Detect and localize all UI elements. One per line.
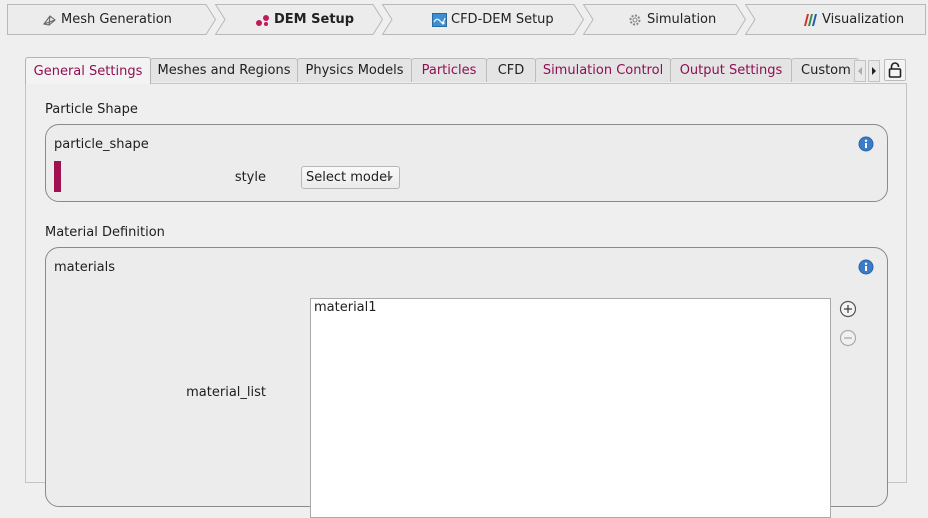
tab-particles[interactable]: Particles <box>411 58 487 82</box>
tab-general-settings[interactable]: General Settings <box>25 57 151 84</box>
remove-material-button[interactable] <box>839 329 857 347</box>
tab-output-settings[interactable]: Output Settings <box>670 58 792 82</box>
tab-meshes-and-regions[interactable]: Meshes and Regions <box>150 58 298 82</box>
info-icon[interactable] <box>858 136 874 152</box>
tab-custom[interactable]: Custom <box>791 58 859 82</box>
particle-shape-section-title: Particle Shape <box>45 102 138 117</box>
style-label: style <box>234 170 266 185</box>
lock-button[interactable] <box>884 59 906 81</box>
style-select[interactable]: Select model <box>301 166 400 189</box>
tab-scroll-left-button[interactable] <box>854 60 866 82</box>
particle-shape-accent-bar <box>54 161 61 192</box>
chevron-down-icon <box>387 176 393 180</box>
info-icon[interactable] <box>858 259 874 275</box>
workflow-step-dem-setup[interactable]: DEM Setup <box>215 4 383 35</box>
add-material-button[interactable] <box>839 300 857 318</box>
workflow-step-label: Mesh Generation <box>61 12 172 27</box>
general-settings-panel: Particle Shape particle_shape style Sele… <box>25 83 907 518</box>
chevron-right-icon <box>872 67 876 75</box>
unlock-icon <box>888 62 902 78</box>
tab-cfd[interactable]: CFD <box>486 58 536 82</box>
dem-particles-icon <box>256 14 269 26</box>
particle-shape-group-title: particle_shape <box>54 137 149 152</box>
workflow-step-label: CFD-DEM Setup <box>451 12 554 27</box>
workflow-bar: Mesh Generation DEM Setup CFD-DEM Setup … <box>7 4 926 35</box>
mesh-icon <box>43 14 56 26</box>
tab-simulation-control[interactable]: Simulation Control <box>535 58 671 82</box>
material-list-item[interactable]: material1 <box>314 300 377 315</box>
workflow-step-visualization[interactable]: Visualization <box>745 4 926 35</box>
tab-physics-models[interactable]: Physics Models <box>297 58 412 82</box>
workflow-step-label: DEM Setup <box>274 12 355 27</box>
cfd-dem-icon <box>432 12 447 27</box>
material-list[interactable]: material1 <box>310 298 831 518</box>
style-select-value: Select model <box>306 170 391 185</box>
workflow-step-cfd-dem-setup[interactable]: CFD-DEM Setup <box>382 4 584 35</box>
materials-group-title: materials <box>54 260 116 275</box>
visualization-bars-icon <box>804 13 817 26</box>
gear-icon <box>629 14 641 25</box>
workflow-step-label: Visualization <box>822 12 905 27</box>
workflow-step-mesh-generation[interactable]: Mesh Generation <box>7 4 216 35</box>
material-list-label: material_list <box>186 385 266 400</box>
workflow-step-simulation[interactable]: Simulation <box>583 4 746 35</box>
chevron-left-icon <box>858 67 862 75</box>
material-definition-section-title: Material Definition <box>45 225 165 240</box>
materials-group: materials material_list material1 <box>45 247 888 518</box>
tab-scroll-right-button[interactable] <box>868 60 880 82</box>
particle-shape-group: particle_shape style Select model <box>45 124 888 202</box>
workflow-step-label: Simulation <box>647 12 717 27</box>
